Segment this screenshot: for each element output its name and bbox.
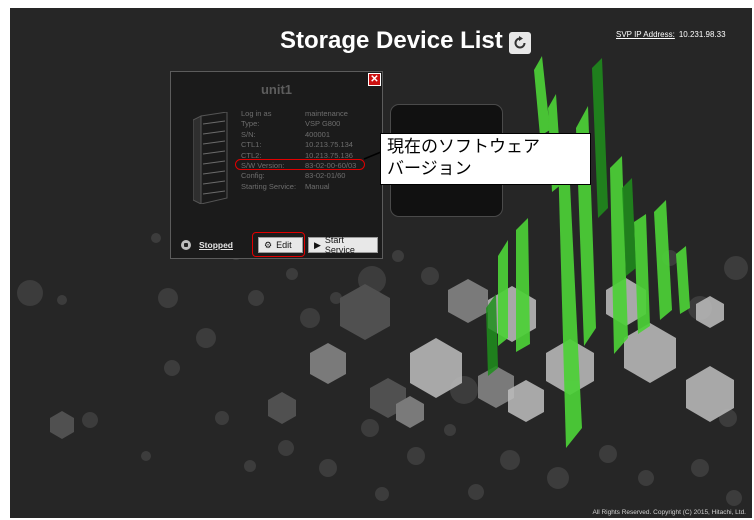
callout-connector [363, 151, 382, 160]
screenshot-frame: Storage Device List SVP IP Address: 10.2… [0, 0, 754, 520]
callout-line-2: バージョン [387, 159, 472, 178]
copyright-text: All Rights Reserved. Copyright (C) 2015,… [592, 509, 746, 516]
storage-navigator-screen: Storage Device List SVP IP Address: 10.2… [10, 8, 752, 518]
annotation-callout: 現在のソフトウェア バージョン [380, 133, 591, 185]
callout-line-1: 現在のソフトウェア [387, 137, 540, 156]
